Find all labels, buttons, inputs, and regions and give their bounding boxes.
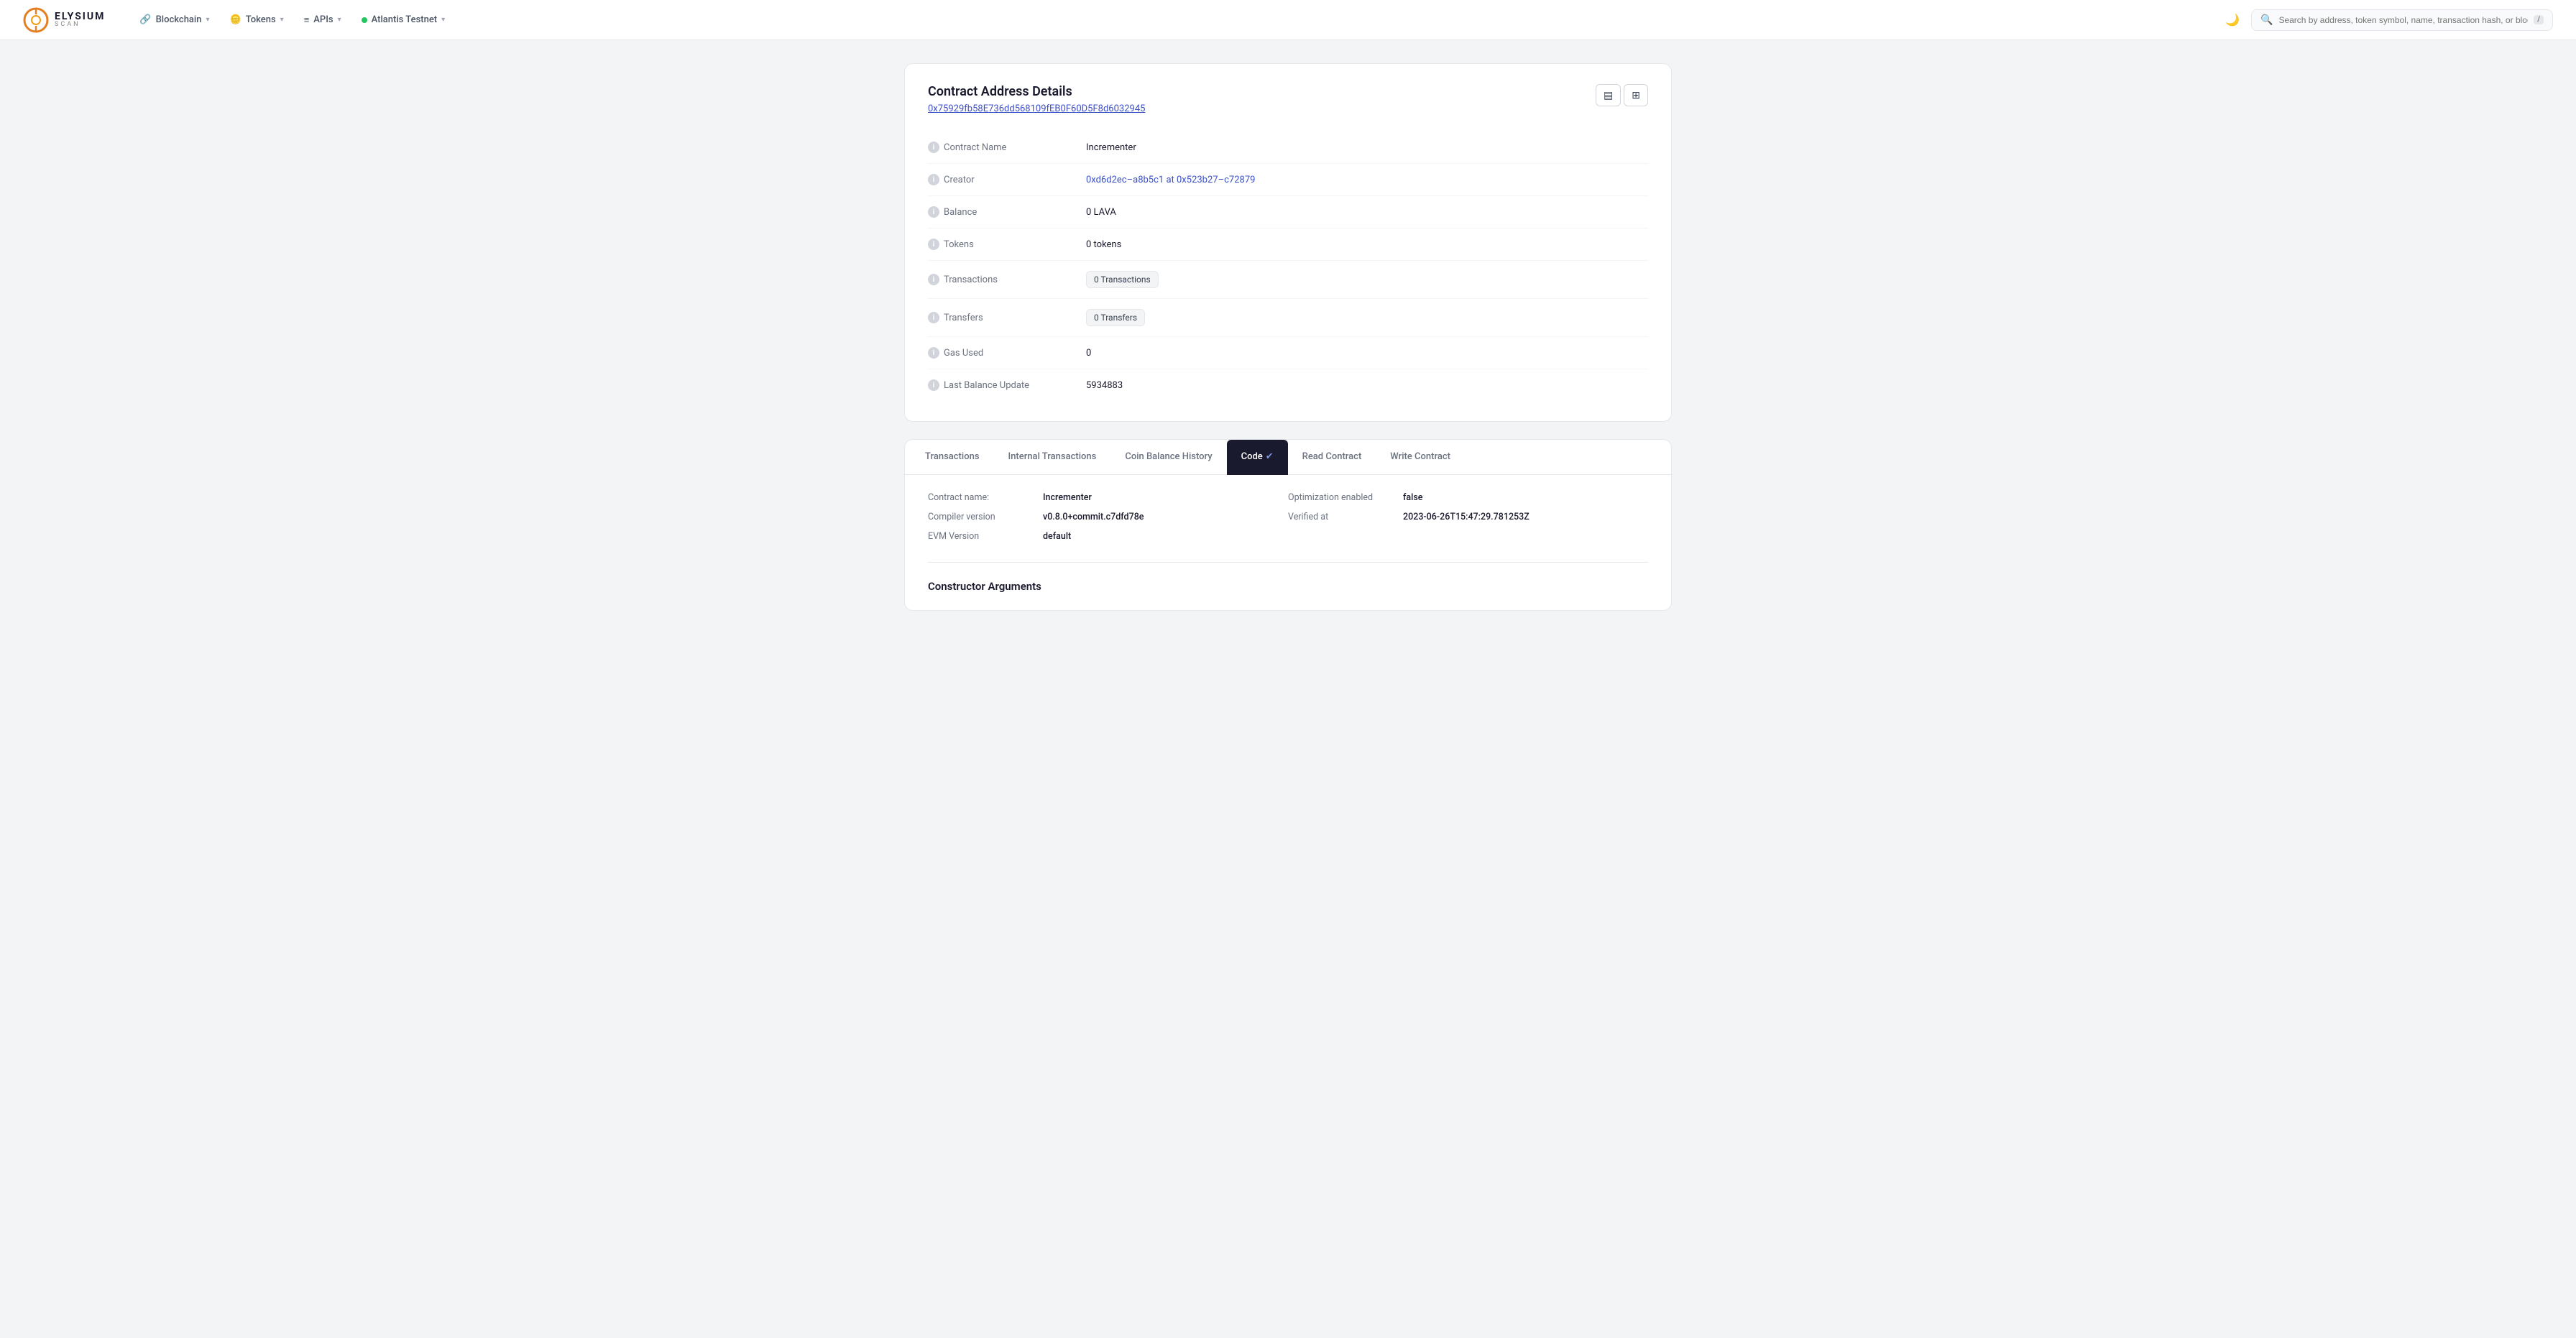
nav-network[interactable]: Atlantis Testnet ▾ [353, 10, 454, 29]
logo-icon [23, 7, 49, 33]
info-icon: i [928, 206, 939, 218]
info-label-tokens: i Tokens [928, 239, 1086, 250]
grid-view-button[interactable]: ⊞ [1624, 84, 1648, 106]
info-row-transfers: i Transfers 0 Transfers [928, 299, 1648, 337]
info-row-tokens: i Tokens 0 tokens [928, 229, 1648, 261]
constructor-args-title: Constructor Arguments [928, 562, 1648, 593]
tokens-icon: 🪙 [230, 14, 242, 25]
info-value-contract-name: Incrementer [1086, 142, 1136, 153]
info-row-creator: i Creator 0xd6d2ec–a8b5c1 at 0x523b27–c7… [928, 164, 1648, 196]
info-label-transfers: i Transfers [928, 312, 1086, 323]
info-icon: i [928, 347, 939, 359]
view-buttons: ▤ ⊞ [1596, 84, 1648, 106]
logo[interactable]: ELYSIUM SCAN [23, 7, 105, 33]
logo-text: ELYSIUM SCAN [55, 11, 105, 28]
tab-coin-balance-history[interactable]: Coin Balance History [1110, 440, 1226, 475]
contract-address[interactable]: 0x75929fb58E736dd568109fEB0F60D5F8d60329… [928, 103, 1145, 114]
info-value-gas-used: 0 [1086, 348, 1091, 359]
code-verified-label: Verified at [1288, 512, 1403, 522]
transfers-badge: 0 Transfers [1086, 309, 1145, 326]
contract-details-card: Contract Address Details 0x75929fb58E736… [904, 63, 1672, 422]
tab-code-label: Code ✔ [1241, 451, 1274, 462]
search-input[interactable] [2278, 15, 2528, 25]
info-icon: i [928, 312, 939, 323]
dark-mode-toggle[interactable]: 🌙 [2222, 10, 2242, 30]
info-value-balance: 0 LAVA [1086, 207, 1116, 218]
nav-tokens[interactable]: 🪙 Tokens ▾ [221, 10, 293, 29]
chevron-down-icon: ▾ [338, 16, 341, 24]
code-info-row-verified: Verified at 2023-06-26T15:47:29.781253Z [1288, 512, 1648, 522]
code-info-col-left: Contract name: Incrementer Compiler vers… [928, 492, 1288, 542]
code-info-col-right: Optimization enabled false Verified at 2… [1288, 492, 1648, 542]
code-evm-value: default [1043, 531, 1071, 542]
code-compiler-label: Compiler version [928, 512, 1043, 522]
code-info-row-compiler: Compiler version v0.8.0+commit.c7dfd78e [928, 512, 1288, 522]
code-compiler-value: v0.8.0+commit.c7dfd78e [1043, 512, 1144, 522]
chevron-down-icon: ▾ [280, 16, 284, 24]
tab-write-contract[interactable]: Write Contract [1376, 440, 1465, 475]
code-contract-name-value: Incrementer [1043, 492, 1092, 503]
info-label-creator: i Creator [928, 174, 1086, 185]
nav-apis[interactable]: ≡ APIs ▾ [295, 10, 350, 30]
code-verified-value: 2023-06-26T15:47:29.781253Z [1403, 512, 1530, 522]
info-icon: i [928, 174, 939, 185]
code-contract-name-label: Contract name: [928, 492, 1043, 503]
info-icon: i [928, 142, 939, 153]
info-row-transactions: i Transactions 0 Transactions [928, 261, 1648, 299]
list-view-button[interactable]: ▤ [1596, 84, 1621, 106]
info-row-last-balance: i Last Balance Update 5934883 [928, 369, 1648, 401]
network-status-dot [362, 17, 367, 23]
info-value-transactions: 0 Transactions [1086, 271, 1159, 288]
info-label-last-balance: i Last Balance Update [928, 379, 1086, 391]
card-title-area: Contract Address Details 0x75929fb58E736… [928, 84, 1145, 132]
card-title: Contract Address Details [928, 84, 1145, 99]
nav-right: 🌙 🔍 / [2222, 9, 2553, 31]
info-icon: i [928, 239, 939, 250]
code-info-row-name: Contract name: Incrementer [928, 492, 1288, 503]
nav-items: 🔗 Blockchain ▾ 🪙 Tokens ▾ ≡ APIs ▾ Atlan… [131, 10, 2205, 30]
search-bar[interactable]: 🔍 / [2251, 9, 2553, 31]
chevron-down-icon: ▾ [206, 16, 209, 24]
info-value-last-balance: 5934883 [1086, 380, 1123, 391]
code-info-grid: Contract name: Incrementer Compiler vers… [928, 492, 1648, 542]
info-value-tokens: 0 tokens [1086, 239, 1121, 250]
info-row-balance: i Balance 0 LAVA [928, 196, 1648, 229]
info-row-contract-name: i Contract Name Incrementer [928, 132, 1648, 164]
verified-icon: ✔ [1266, 451, 1274, 462]
code-info-row-evm: EVM Version default [928, 531, 1288, 542]
navbar: ELYSIUM SCAN 🔗 Blockchain ▾ 🪙 Tokens ▾ ≡… [0, 0, 2576, 40]
info-icon: i [928, 274, 939, 285]
creator-link[interactable]: 0xd6d2ec–a8b5c1 at 0x523b27–c72879 [1086, 175, 1255, 185]
tabs-card: Transactions Internal Transactions Coin … [904, 439, 1672, 611]
transactions-badge: 0 Transactions [1086, 271, 1159, 288]
tab-read-contract[interactable]: Read Contract [1288, 440, 1376, 475]
tab-internal-transactions[interactable]: Internal Transactions [994, 440, 1111, 475]
code-optimization-value: false [1403, 492, 1422, 503]
tabs-nav: Transactions Internal Transactions Coin … [905, 440, 1671, 475]
code-section: Contract name: Incrementer Compiler vers… [905, 475, 1671, 610]
code-info-row-optimization: Optimization enabled false [1288, 492, 1648, 503]
info-value-creator: 0xd6d2ec–a8b5c1 at 0x523b27–c72879 [1086, 175, 1255, 185]
tab-transactions[interactable]: Transactions [911, 440, 994, 475]
info-value-transfers: 0 Transfers [1086, 309, 1145, 326]
apis-icon: ≡ [304, 14, 310, 26]
blockchain-icon: 🔗 [139, 14, 151, 25]
search-kbd: / [2534, 15, 2544, 24]
info-label-balance: i Balance [928, 206, 1086, 218]
info-icon: i [928, 379, 939, 391]
nav-blockchain[interactable]: 🔗 Blockchain ▾ [131, 10, 218, 29]
tab-code[interactable]: Code ✔ [1227, 440, 1288, 475]
main-content: Contract Address Details 0x75929fb58E736… [893, 63, 1683, 611]
chevron-down-icon: ▾ [441, 16, 445, 24]
info-label-gas-used: i Gas Used [928, 347, 1086, 359]
info-label-contract-name: i Contract Name [928, 142, 1086, 153]
code-evm-label: EVM Version [928, 531, 1043, 542]
card-header: Contract Address Details 0x75929fb58E736… [928, 84, 1648, 132]
info-row-gas-used: i Gas Used 0 [928, 337, 1648, 369]
search-icon: 🔍 [2260, 14, 2273, 26]
code-optimization-label: Optimization enabled [1288, 492, 1403, 503]
contract-info-grid: i Contract Name Incrementer i Creator 0x… [928, 132, 1648, 401]
info-label-transactions: i Transactions [928, 274, 1086, 285]
